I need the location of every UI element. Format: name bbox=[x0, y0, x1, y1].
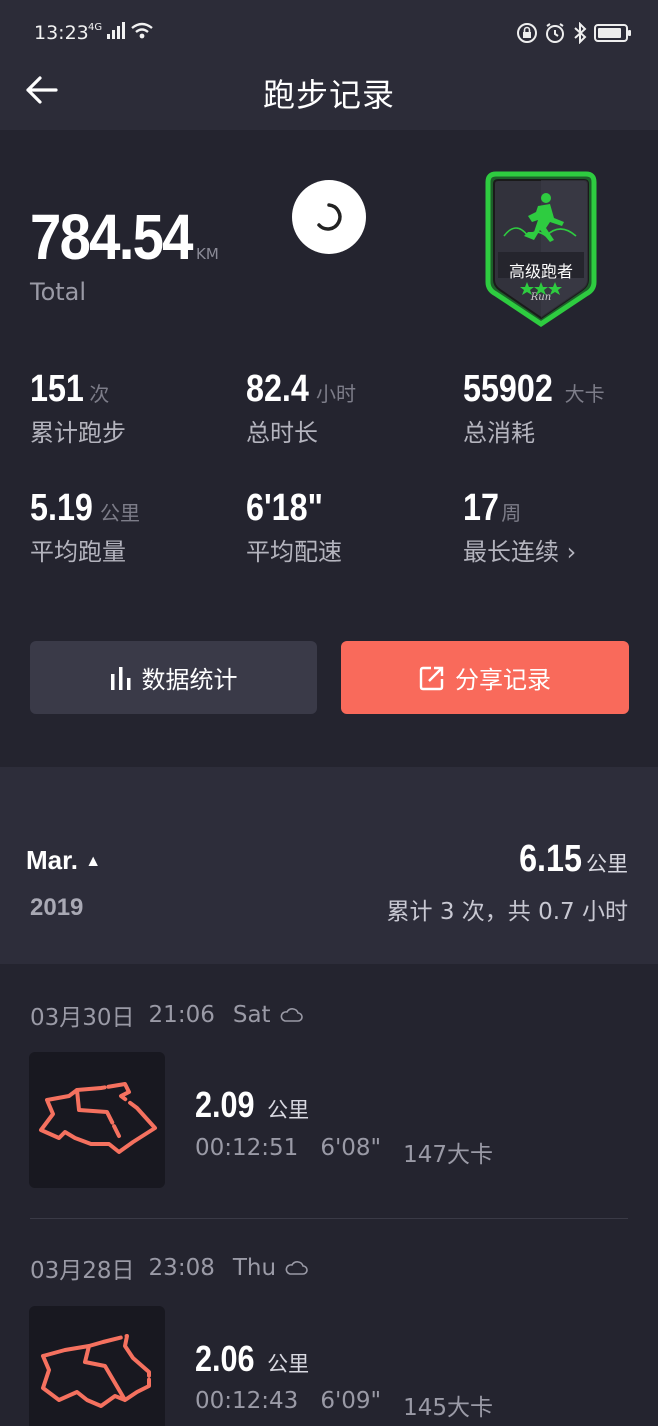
stat-value: 6'18" bbox=[246, 487, 323, 529]
record-time: 21:06 bbox=[148, 1002, 215, 1028]
stat-label-text: 最长连续 bbox=[463, 538, 559, 566]
month-distance: 6.15 公里 bbox=[508, 838, 628, 881]
month-selector[interactable]: Mar. ▲ bbox=[26, 845, 101, 876]
loading-spinner-icon bbox=[317, 203, 342, 231]
signal-icon bbox=[106, 22, 125, 39]
battery-icon bbox=[594, 24, 631, 42]
total-label: Total bbox=[30, 278, 87, 306]
record-distance-unit: 公里 bbox=[267, 1352, 310, 1376]
record-pace: 6'08" bbox=[320, 1135, 382, 1161]
cloud-icon bbox=[280, 1008, 303, 1022]
stat-label: 总消耗 bbox=[463, 419, 535, 447]
stat-avg-distance: 5.19 公里 平均跑量 bbox=[30, 487, 140, 567]
share-record-label: 分享记录 bbox=[455, 666, 551, 694]
stat-value: 5.19 bbox=[30, 487, 93, 529]
month-name: Mar. bbox=[26, 845, 79, 875]
chevron-right-icon: › bbox=[566, 538, 577, 566]
record-date: 03月30日 bbox=[30, 1005, 135, 1031]
record-meta: 00:12:51 6'08" 147大卡 bbox=[195, 1135, 493, 1169]
record-pace: 6'09" bbox=[320, 1388, 382, 1414]
record-distance: 2.09 公里 bbox=[195, 1084, 309, 1126]
stat-label: 最长连续 › bbox=[463, 532, 576, 567]
record-distance: 2.06 公里 bbox=[195, 1338, 309, 1380]
cloud-icon bbox=[285, 1261, 308, 1275]
record-date: 03月28日 bbox=[30, 1258, 135, 1284]
stat-unit: 大卡 bbox=[564, 382, 605, 406]
record-duration: 00:12:43 bbox=[195, 1388, 299, 1414]
wifi-icon bbox=[131, 22, 153, 39]
stat-unit: 公里 bbox=[99, 501, 140, 525]
data-statistics-button[interactable]: 数据统计 bbox=[30, 641, 317, 714]
total-unit: KM bbox=[196, 245, 219, 263]
network-indicator: 4G bbox=[88, 22, 154, 40]
stat-avg-pace: 6'18" 平均配速 bbox=[246, 487, 342, 567]
stat-label: 累计跑步 bbox=[30, 419, 126, 447]
stat-longest-streak[interactable]: 17 周 最长连续 › bbox=[463, 487, 576, 567]
stat-run-count: 151 次 累计跑步 bbox=[30, 368, 126, 448]
bluetooth-icon bbox=[574, 22, 587, 44]
record-weekday: Sat bbox=[232, 1002, 271, 1028]
status-time: 13:23 bbox=[34, 22, 89, 44]
route-thumbnail[interactable] bbox=[29, 1306, 165, 1426]
month-distance-unit: 公里 bbox=[586, 852, 628, 876]
stat-value: 17 bbox=[463, 487, 499, 529]
stat-value: 82.4 bbox=[246, 368, 309, 410]
stat-label: 平均跑量 bbox=[30, 538, 126, 566]
share-icon bbox=[419, 666, 444, 690]
record-duration: 00:12:51 bbox=[195, 1135, 299, 1161]
month-summary: 累计 3 次，共 0.7 小时 bbox=[386, 899, 628, 925]
route-map-icon bbox=[39, 1082, 157, 1154]
page-title: 跑步记录 bbox=[262, 76, 395, 114]
share-record-button[interactable]: 分享记录 bbox=[341, 641, 629, 714]
data-statistics-label: 数据统计 bbox=[141, 666, 238, 694]
badge-shield-icon: Run bbox=[485, 171, 597, 328]
runner-level-badge[interactable]: Run 高级跑者 bbox=[480, 170, 602, 328]
lock-rotation-icon bbox=[517, 23, 537, 43]
badge-sub: Run bbox=[530, 292, 551, 303]
record-calories: 147大卡 bbox=[403, 1142, 494, 1168]
stat-label: 平均配速 bbox=[246, 538, 342, 566]
stat-unit: 周 bbox=[501, 501, 522, 525]
stat-unit: 次 bbox=[89, 382, 110, 406]
record-time: 23:08 bbox=[148, 1255, 215, 1281]
caret-up-icon: ▲ bbox=[85, 853, 102, 871]
route-map-icon bbox=[41, 1334, 151, 1408]
status-icons bbox=[516, 20, 631, 46]
record-header: 03月30日 21:06 Sat bbox=[30, 998, 303, 1032]
route-thumbnail[interactable] bbox=[29, 1052, 165, 1188]
stat-total-time: 82.4 小时 总时长 bbox=[246, 368, 356, 448]
record-header: 03月28日 23:08 Thu bbox=[30, 1251, 308, 1285]
refresh-button[interactable] bbox=[292, 180, 366, 254]
network-type: 4G bbox=[88, 22, 103, 33]
divider bbox=[30, 1218, 628, 1219]
month-distance-value: 6.15 bbox=[519, 838, 582, 880]
stat-value: 55902 bbox=[463, 368, 553, 410]
record-distance-value: 2.06 bbox=[195, 1338, 255, 1379]
stat-value: 151 bbox=[30, 368, 84, 410]
badge-label: 高级跑者 bbox=[508, 262, 573, 281]
stat-label: 总时长 bbox=[246, 419, 318, 447]
record-weekday: Thu bbox=[232, 1255, 277, 1281]
stat-calories: 55902 大卡 总消耗 bbox=[463, 368, 605, 448]
stat-unit: 小时 bbox=[315, 382, 356, 406]
total-distance: 784.54 bbox=[30, 201, 193, 273]
alarm-icon bbox=[546, 23, 564, 43]
record-distance-value: 2.09 bbox=[195, 1084, 255, 1125]
record-distance-unit: 公里 bbox=[267, 1098, 310, 1122]
bar-chart-icon bbox=[110, 666, 130, 690]
record-calories: 145大卡 bbox=[403, 1395, 494, 1421]
record-meta: 00:12:43 6'09" 145大卡 bbox=[195, 1388, 493, 1422]
month-year: 2019 bbox=[30, 894, 84, 921]
